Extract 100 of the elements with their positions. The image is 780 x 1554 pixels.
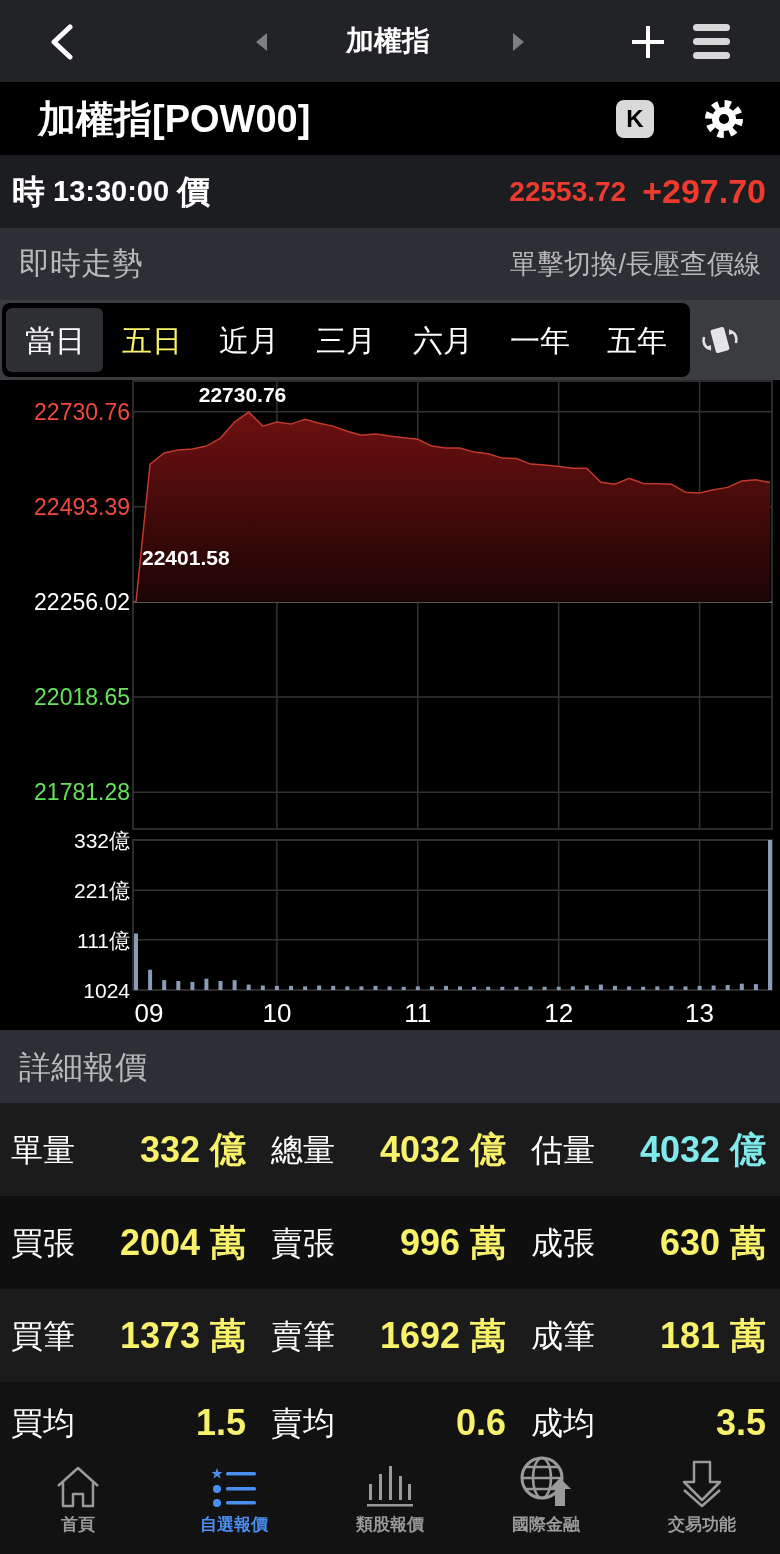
field-label: 賣均 [271, 1404, 335, 1443]
field-label: 總量 [271, 1130, 335, 1170]
rotate-icon[interactable] [700, 325, 740, 355]
axis-label: 22730.76 [34, 398, 130, 425]
volume-bar [669, 985, 674, 990]
settings-icon[interactable] [704, 98, 744, 139]
volume-bar [387, 986, 392, 990]
volume-bar [148, 969, 153, 990]
volume-bar [317, 985, 322, 990]
period-tab[interactable]: 六月 [394, 308, 491, 372]
volume-bar [232, 980, 237, 990]
field-value: 4032 億 [379, 1127, 506, 1172]
field-label: 買均 [11, 1404, 75, 1443]
field-value: 332 億 [139, 1127, 246, 1172]
volume-bar [176, 981, 181, 990]
starred-list-icon [212, 1468, 256, 1508]
nav-tab[interactable]: 類股報價 [312, 1452, 468, 1554]
axis-label: 111億 [77, 928, 130, 952]
volume-bar [683, 986, 688, 990]
volume-bar [289, 985, 293, 990]
axis-label: 12 [544, 998, 574, 1028]
volume-bar [514, 986, 519, 990]
plus-icon[interactable] [631, 25, 665, 59]
section-title: 即時走勢 [19, 244, 144, 283]
volume-bar [641, 986, 646, 990]
field-value: 2004 萬 [119, 1220, 246, 1265]
field-label: 單量 [11, 1130, 75, 1170]
volume-bar [655, 986, 660, 990]
volume-bar [584, 985, 589, 990]
volume-bar [345, 986, 350, 990]
time-value: 13:30:00 [53, 173, 170, 209]
axis-label: 21781.28 [34, 779, 130, 806]
down-arrow-icon [680, 1460, 724, 1508]
price-label: 價 [177, 171, 212, 212]
price-change: +297.70 [642, 171, 766, 212]
volume-bar [472, 986, 477, 990]
volume-bar [204, 978, 209, 990]
axis-label: 11 [404, 998, 432, 1028]
volume-bar [725, 985, 730, 990]
time-label: 時 [12, 171, 45, 212]
axis-label: 09 [134, 998, 164, 1028]
volume-bar [303, 986, 308, 990]
volume-bar [415, 986, 420, 990]
home-icon [56, 1466, 100, 1508]
back-icon[interactable] [48, 24, 74, 60]
volume-bar [739, 983, 744, 990]
volume-bar [556, 986, 561, 990]
next-icon[interactable] [512, 33, 524, 51]
menu-icon[interactable] [693, 23, 730, 60]
field-label: 成均 [531, 1404, 595, 1443]
axis-label: 13 [685, 998, 714, 1028]
period-tab[interactable]: 三月 [297, 308, 394, 372]
volume-bar [134, 933, 138, 990]
volume-bar [598, 984, 603, 990]
bar-chart-icon [366, 1464, 414, 1508]
annotation-label: 22401.58 [142, 546, 230, 569]
volume-bar [429, 986, 434, 990]
field-value: 996 萬 [399, 1220, 506, 1265]
axis-label: 1024 [83, 979, 130, 1002]
nav-tab[interactable]: 國際金融 [468, 1452, 624, 1554]
volume-bar [401, 986, 406, 990]
period-tab[interactable]: 五年 [588, 308, 685, 372]
axis-label: 332億 [73, 830, 130, 852]
volume-bar [542, 986, 547, 990]
volume-bar [711, 985, 716, 990]
axis-label: 10 [262, 998, 292, 1028]
period-tab[interactable]: 五日 [103, 308, 200, 372]
volume-bar [458, 986, 462, 990]
volume-bar [274, 985, 279, 990]
period-tab[interactable]: 一年 [491, 308, 588, 372]
field-value: 1373 萬 [119, 1313, 246, 1358]
axis-label: 22256.02 [34, 589, 130, 615]
field-label: 賣張 [271, 1223, 335, 1263]
globe-icon [520, 1456, 572, 1508]
volume-bar [218, 981, 223, 990]
nav-tab[interactable]: 交易功能 [624, 1452, 780, 1554]
field-value: 1.5 [195, 1401, 246, 1445]
nav-tab[interactable]: 首頁 [0, 1452, 156, 1554]
annotation-label: 22730.76 [198, 383, 287, 407]
field-label: 成筆 [531, 1316, 595, 1356]
field-value: 4032 億 [639, 1127, 766, 1172]
axis-label: 22493.39 [34, 493, 130, 520]
hint-text: 單擊切換/長壓查價線 [510, 247, 761, 281]
volume-bar [260, 985, 265, 990]
previous-icon[interactable] [256, 33, 268, 51]
field-value: 3.5 [715, 1401, 766, 1445]
volume-bar [444, 985, 448, 990]
volume-bar [162, 980, 167, 990]
k-chart-button[interactable]: K [616, 99, 654, 138]
period-tab[interactable]: 近月 [200, 308, 297, 372]
volume-bar [190, 981, 195, 990]
nav-tab[interactable]: 自選報價 [156, 1452, 312, 1554]
volume-bar [500, 986, 505, 990]
axis-label: 221億 [73, 879, 130, 903]
field-label: 買張 [11, 1223, 75, 1263]
period-tab[interactable]: 當日 [6, 308, 103, 372]
field-label: 成張 [531, 1223, 595, 1263]
volume-bar [613, 985, 617, 990]
volume-bar [331, 985, 336, 990]
price-value: 22553.72 [509, 174, 627, 209]
